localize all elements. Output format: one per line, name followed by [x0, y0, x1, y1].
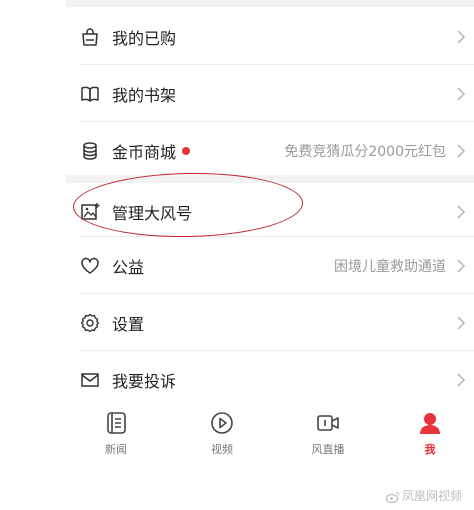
menu-card: 我的已购 我的书架 金币商城 免费竞猜瓜分2000元红包 管理大风号 公益 困境… — [66, 0, 474, 465]
chevron-right-icon — [456, 86, 466, 102]
watermark-text: 凤凰网视频 — [401, 489, 462, 503]
image-edit-icon — [80, 202, 100, 222]
chevron-right-icon — [456, 372, 466, 388]
gear-icon — [80, 313, 100, 333]
menu-item-label: 金币商城 — [112, 139, 191, 163]
tab-label: 风直播 — [311, 443, 345, 456]
tab-label: 视频 — [211, 443, 233, 456]
tab-live[interactable]: 风直播 — [298, 410, 358, 457]
book-icon — [80, 84, 100, 104]
tab-news[interactable]: 新闻 — [86, 410, 146, 457]
shopping-bag-icon — [80, 27, 100, 47]
chevron-right-icon — [456, 258, 466, 274]
section-gap — [66, 0, 474, 7]
chevron-right-icon — [456, 204, 466, 220]
tab-label: 新闻 — [105, 443, 127, 456]
menu-item-subtext: 免费竞猜瓜分2000元红包 — [284, 143, 446, 160]
menu-item-charity[interactable]: 公益 困境儿童救助通道 — [66, 237, 474, 294]
coin-stack-icon — [80, 141, 100, 161]
user-icon — [420, 413, 440, 434]
tab-me[interactable]: 我 — [400, 410, 460, 457]
menu-item-label: 我要投诉 — [112, 371, 177, 391]
chevron-right-icon — [456, 143, 466, 159]
menu-item-manage-account[interactable]: 管理大风号 — [66, 183, 474, 240]
tab-video[interactable]: 视频 — [192, 410, 252, 457]
play-icon — [211, 412, 233, 434]
menu-item-purchased[interactable]: 我的已购 — [66, 8, 474, 65]
menu-item-bookshelf[interactable]: 我的书架 — [66, 65, 474, 122]
menu-item-label: 我的书架 — [112, 85, 177, 105]
news-icon — [107, 412, 126, 434]
section-gap — [66, 175, 474, 183]
menu-item-label: 设置 — [112, 314, 145, 334]
menu-item-subtext: 困境儿童救助通道 — [334, 258, 446, 275]
bottom-tab-bar: 新闻 视频 风直播 我 — [66, 400, 474, 465]
notification-dot — [182, 147, 191, 155]
mail-icon — [80, 370, 100, 390]
menu-item-label: 管理大风号 — [112, 203, 193, 223]
heart-icon — [80, 256, 100, 276]
menu-item-settings[interactable]: 设置 — [66, 294, 474, 351]
chevron-right-icon — [456, 29, 466, 45]
tab-label: 我 — [424, 443, 436, 456]
live-camera-icon — [317, 415, 339, 431]
menu-item-coin-mall[interactable]: 金币商城 免费竞猜瓜分2000元红包 — [66, 122, 474, 179]
menu-item-label: 公益 — [112, 257, 145, 277]
weibo-icon — [385, 491, 400, 503]
watermark: 凤凰网视频 — [385, 487, 462, 504]
chevron-right-icon — [456, 315, 466, 331]
menu-item-label: 我的已购 — [112, 28, 177, 48]
